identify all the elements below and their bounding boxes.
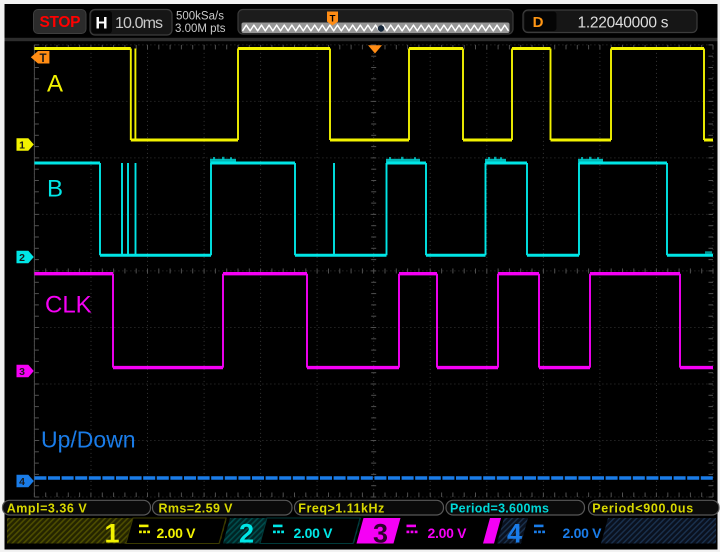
svg-text:CLK: CLK: [45, 292, 92, 319]
svg-text:2.00 V: 2.00 V: [563, 525, 603, 541]
svg-text:A: A: [47, 71, 63, 98]
svg-text:4: 4: [507, 519, 522, 549]
svg-text:10.0ms: 10.0ms: [115, 15, 163, 32]
svg-text:500kSa/s: 500kSa/s: [176, 11, 224, 23]
svg-text:H: H: [95, 14, 107, 33]
svg-text:4: 4: [19, 476, 25, 488]
svg-text:3: 3: [373, 519, 388, 549]
svg-text:Freq>1.11kHz: Freq>1.11kHz: [298, 501, 384, 515]
svg-text:Rms=2.59 V: Rms=2.59 V: [159, 501, 234, 515]
svg-text:2: 2: [239, 519, 254, 549]
svg-text:T: T: [39, 53, 46, 65]
svg-text:1.22040000 s: 1.22040000 s: [578, 15, 669, 32]
svg-text:Period=3.600ms: Period=3.600ms: [450, 501, 549, 515]
svg-text:Ampl=3.36 V: Ampl=3.36 V: [7, 501, 88, 515]
svg-text:T: T: [330, 14, 336, 25]
svg-text:2.00 V: 2.00 V: [294, 525, 334, 541]
svg-text:3: 3: [19, 366, 25, 378]
svg-text:D: D: [533, 14, 544, 31]
svg-text:1: 1: [104, 519, 119, 549]
svg-text:2.00 V: 2.00 V: [157, 525, 197, 541]
svg-text:Up/Down: Up/Down: [41, 427, 136, 453]
svg-text:3.00M pts: 3.00M pts: [175, 23, 226, 35]
svg-text:2.00 V: 2.00 V: [428, 525, 468, 541]
svg-text:STOP: STOP: [40, 14, 81, 31]
svg-text:Period<900.0us: Period<900.0us: [592, 501, 693, 515]
svg-text:1: 1: [19, 139, 25, 151]
svg-text:2: 2: [19, 252, 25, 264]
svg-text:B: B: [47, 176, 63, 203]
